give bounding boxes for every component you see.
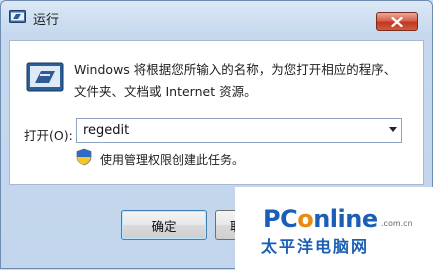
window-title: 运行 [33,13,60,28]
run-dialog-window: 运行 Windows 将根据您所输入的名称，为您打开相应的程序、 文件夹、文档或… [0,0,433,270]
close-button[interactable] [376,12,418,31]
open-combobox[interactable]: regedit [76,118,402,143]
pconline-logo: PConline [263,205,378,233]
description-line-1: Windows 将根据您所输入的名称，为您打开相应的程序、 [74,62,397,77]
close-x-icon [391,16,403,27]
logo-pc: PC [263,205,298,233]
logo-o: o [297,205,314,233]
ok-button[interactable]: 确定 [121,210,207,240]
pconline-watermark: PConline .com.cn 太平洋电脑网 [235,187,433,270]
watermark-domain: .com.cn [381,219,413,228]
description-line-2: 文件夹、文档或 Internet 资源。 [74,84,257,99]
dialog-content: Windows 将根据您所输入的名称，为您打开相应的程序、 文件夹、文档或 In… [9,40,424,185]
admin-privilege-note: 使用管理权限创建此任务。 [100,153,245,167]
open-label: 打开(O): [24,128,73,143]
open-input-value[interactable]: regedit [83,123,129,138]
run-app-icon [9,10,26,23]
title-bar[interactable]: 运行 [1,1,432,31]
dropdown-arrow-icon[interactable] [389,127,397,132]
watermark-chinese-name: 太平洋电脑网 [261,237,370,256]
dialog-description: Windows 将根据您所输入的名称，为您打开相应的程序、 文件夹、文档或 In… [74,59,414,103]
run-program-icon [26,62,64,92]
uac-shield-icon [76,148,92,166]
logo-rest: nline [313,205,378,233]
